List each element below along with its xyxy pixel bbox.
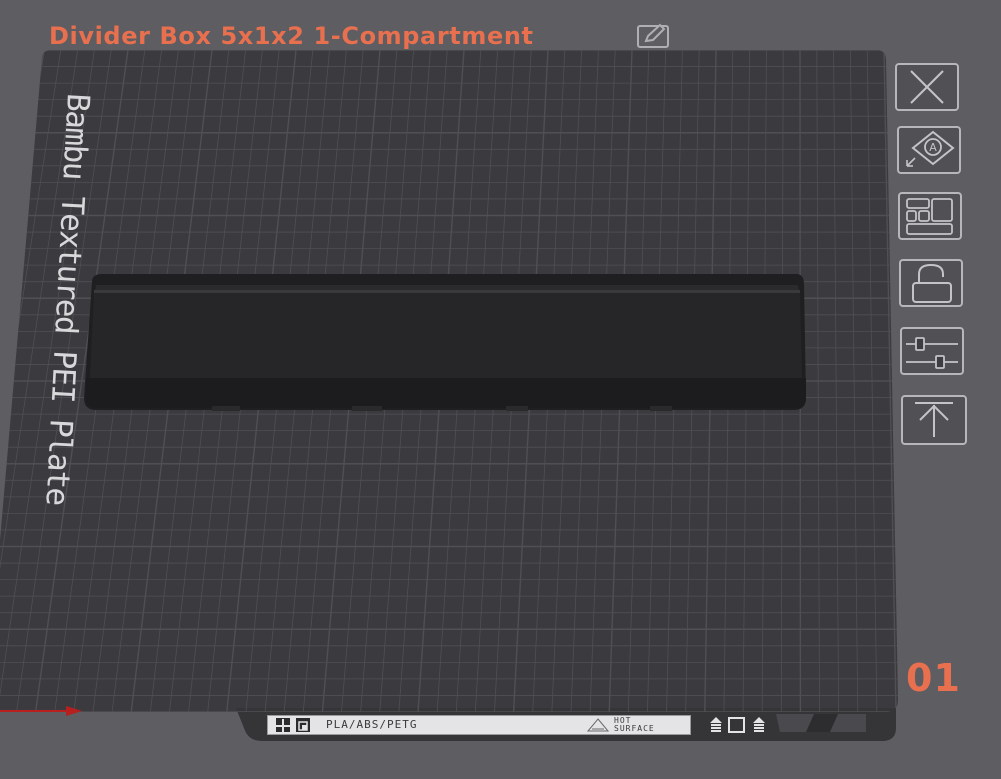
plate-orientation-icons — [708, 715, 768, 735]
move-to-top-button[interactable] — [901, 395, 967, 445]
plate-texture-icon — [296, 718, 310, 732]
svg-text:A: A — [929, 141, 937, 154]
plate-type-icon — [276, 718, 290, 733]
warning-icon — [587, 718, 609, 732]
move-to-top-icon — [915, 402, 953, 437]
lock-plate-button[interactable] — [899, 259, 963, 307]
auto-orient-icon: A — [906, 130, 955, 167]
close-icon — [910, 70, 944, 104]
delete-plate-button[interactable] — [895, 63, 959, 111]
auto-orient-button[interactable]: A — [897, 126, 961, 174]
build-plate[interactable] — [0, 0, 1001, 779]
plate-label-strip: PLA/ABS/PETG HOT SURFACE — [267, 715, 691, 735]
arrange-button[interactable] — [898, 192, 962, 240]
plate-number: 01 — [906, 656, 961, 700]
plate-settings-icon — [906, 337, 958, 369]
edit-name-icon[interactable] — [636, 23, 672, 49]
model-divider-box[interactable] — [84, 274, 806, 411]
surface-label: SURFACE — [614, 724, 655, 733]
lock-icon — [912, 263, 952, 303]
arrange-icon — [906, 198, 953, 235]
material-compatibility: PLA/ABS/PETG — [326, 718, 418, 731]
plate-viewport[interactable]: Divider Box 5x1x2 1-Compartment Bambu Te… — [0, 0, 1001, 779]
plate-title: Divider Box 5x1x2 1-Compartment — [49, 22, 534, 50]
plate-settings-button[interactable] — [900, 327, 964, 375]
